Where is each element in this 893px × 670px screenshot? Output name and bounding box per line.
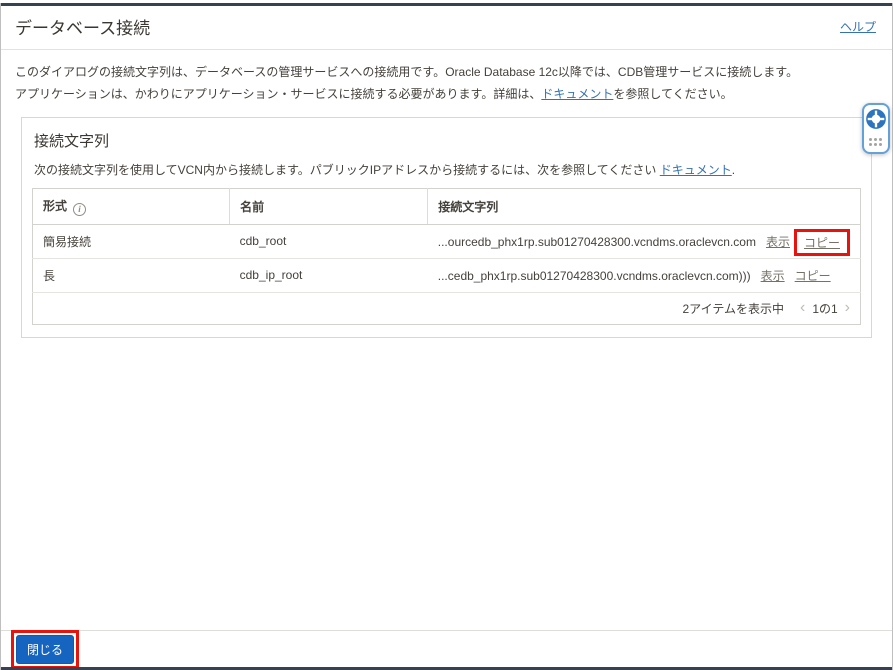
lifebuoy-icon[interactable] (866, 109, 886, 134)
table-footer-row: 2アイテムを表示中 ‹ 1の1 › (33, 292, 861, 324)
pager: ‹ 1の1 › (800, 300, 850, 317)
intro-line-2-post: を参照してください。 (613, 87, 732, 101)
info-icon[interactable]: i (73, 203, 86, 216)
items-shown-label: 2アイテムを表示中 (683, 300, 784, 317)
format-cell: 簡易接続 (33, 224, 230, 258)
database-connections-dialog: { "header": { "title": "データベース接続", "help… (0, 3, 893, 670)
copy-link[interactable]: コピー (804, 236, 840, 250)
copy-link[interactable]: コピー (795, 269, 831, 283)
connection-string-cell: ...cedb_phx1rp.sub01270428300.vcndms.ora… (428, 258, 861, 292)
page-title: データベース接続 (15, 14, 150, 39)
documentation-link[interactable]: ドキュメント (541, 87, 613, 101)
close-button[interactable]: 閉じる (16, 635, 74, 664)
table-row: 長 cdb_ip_root ...cedb_phx1rp.sub01270428… (33, 258, 861, 292)
column-header-name: 名前 (230, 189, 428, 225)
intro-text: このダイアログの接続文字列は、データベースの管理サービスへの接続用です。Orac… (1, 50, 892, 105)
intro-line-2: アプリケーションは、かわりにアプリケーション・サービスに接続する必要があります。… (15, 83, 878, 105)
page-indicator: 1の1 (812, 300, 837, 317)
chevron-right-icon[interactable]: › (845, 300, 850, 316)
connection-string-value: ...ourcedb_phx1rp.sub01270428300.vcndms.… (438, 235, 756, 249)
help-link[interactable]: ヘルプ (840, 18, 876, 35)
show-link[interactable]: 表示 (761, 269, 785, 283)
format-cell: 長 (33, 258, 230, 292)
panel-subtitle-post: . (732, 163, 735, 177)
connection-strings-panel: 接続文字列 次の接続文字列を使用してVCN内から接続します。パブリックIPアドレ… (21, 117, 872, 338)
intro-line-2-pre: アプリケーションは、かわりにアプリケーション・サービスに接続する必要があります。… (15, 87, 541, 101)
table-row: 簡易接続 cdb_root ...ourcedb_phx1rp.sub01270… (33, 224, 861, 258)
connection-string-cell: ...ourcedb_phx1rp.sub01270428300.vcndms.… (428, 224, 861, 258)
pagination-cell: 2アイテムを表示中 ‹ 1の1 › (33, 292, 861, 324)
top-edge (1, 3, 892, 6)
panel-subtitle-pre: 次の接続文字列を使用してVCN内から接続します。パブリックIPアドレスから接続す… (34, 163, 660, 177)
table-header-row: 形式i 名前 接続文字列 (33, 189, 861, 225)
annotation-box-copy: コピー (794, 229, 850, 256)
help-widget[interactable] (862, 103, 890, 154)
column-header-format: 形式i (33, 189, 230, 225)
annotation-box-close: 閉じる (11, 630, 79, 669)
chevron-left-icon[interactable]: ‹ (800, 300, 805, 316)
name-cell: cdb_ip_root (230, 258, 428, 292)
panel-subtitle: 次の接続文字列を使用してVCN内から接続します。パブリックIPアドレスから接続す… (34, 161, 859, 178)
column-header-connection-string: 接続文字列 (428, 189, 861, 225)
panel-documentation-link[interactable]: ドキュメント (660, 163, 732, 177)
name-cell: cdb_root (230, 224, 428, 258)
panel-title: 接続文字列 (34, 130, 859, 151)
intro-line-1: このダイアログの接続文字列は、データベースの管理サービスへの接続用です。Orac… (15, 61, 878, 83)
dialog-header: データベース接続 ヘルプ (1, 3, 892, 50)
show-link[interactable]: 表示 (766, 235, 790, 249)
connection-string-value: ...cedb_phx1rp.sub01270428300.vcndms.ora… (438, 269, 751, 283)
drag-dots-icon[interactable] (869, 138, 883, 147)
dialog-footer: 閉じる (1, 630, 892, 667)
connection-strings-table: 形式i 名前 接続文字列 簡易接続 cdb_root ...ourcedb_ph… (32, 188, 861, 325)
